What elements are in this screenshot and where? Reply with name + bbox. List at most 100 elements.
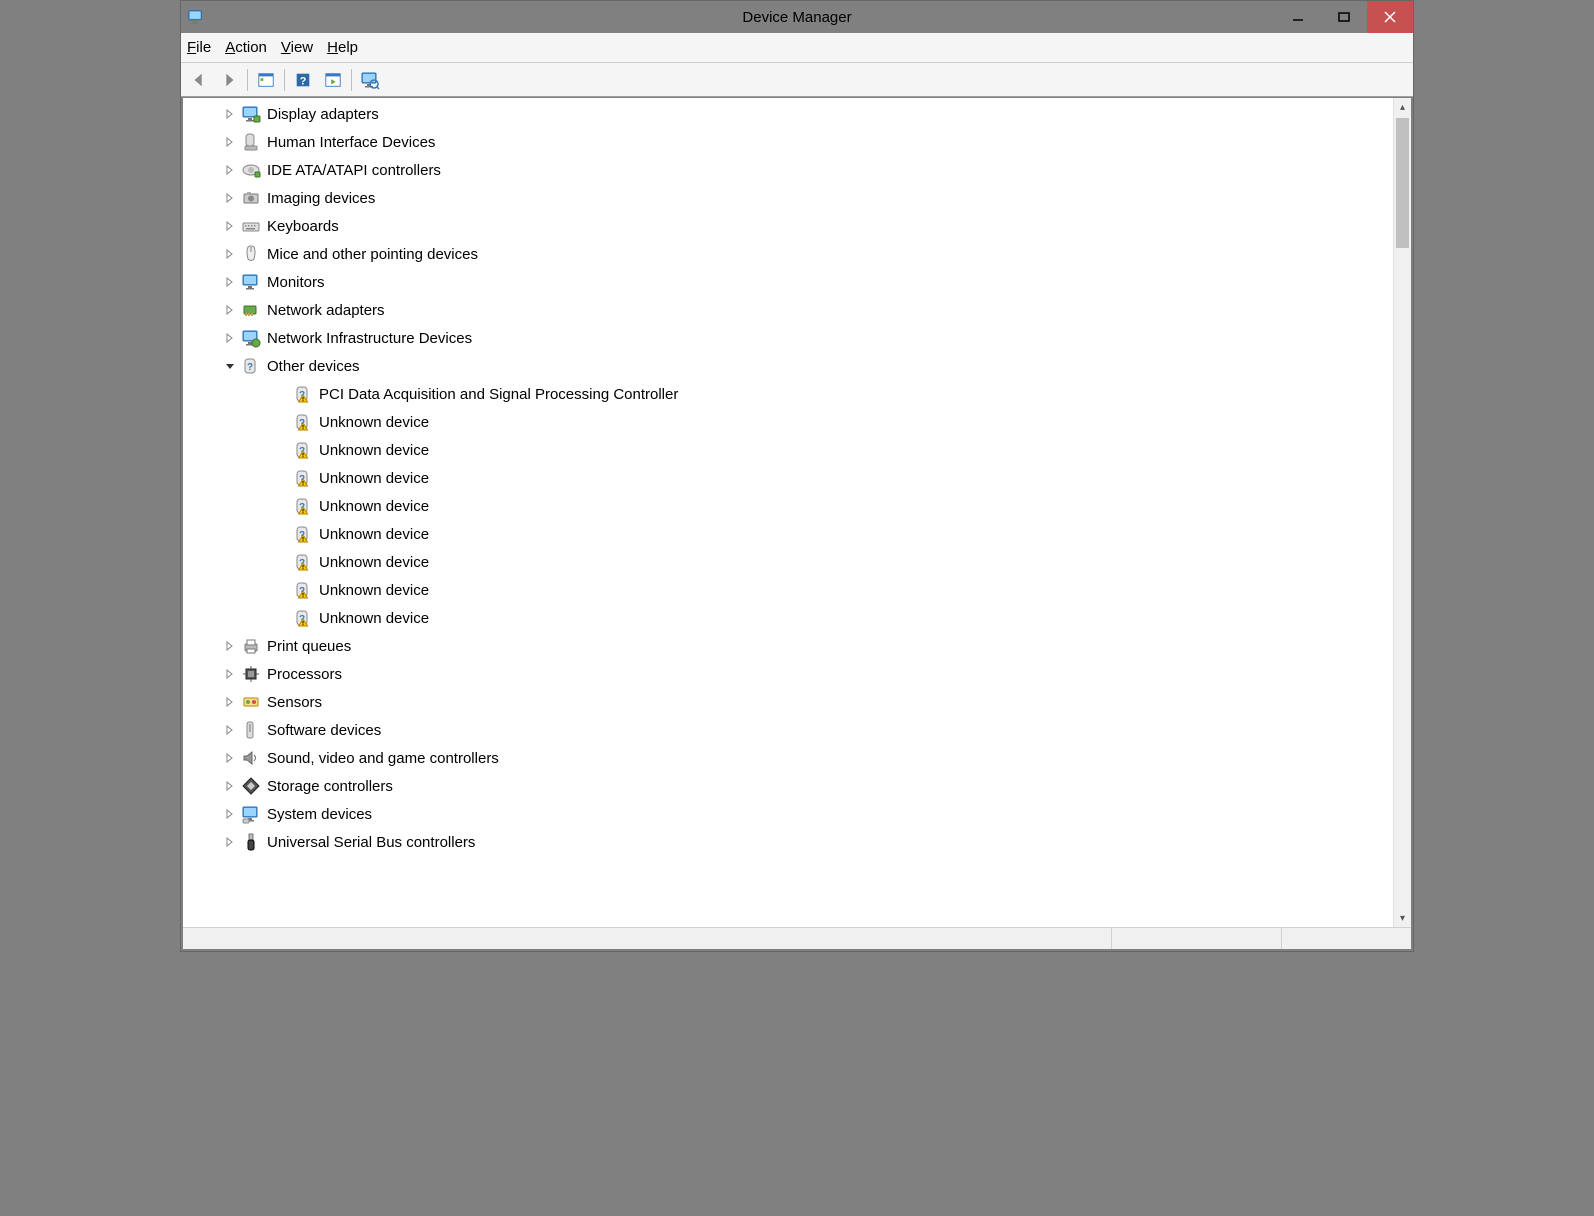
tree-category[interactable]: Network adapters xyxy=(183,296,1391,324)
toolbar xyxy=(181,63,1413,97)
expander-collapsed-icon[interactable] xyxy=(223,219,237,233)
tree-category-label: Sound, video and game controllers xyxy=(267,750,499,767)
window-controls xyxy=(1275,1,1413,33)
expander-none xyxy=(275,611,289,625)
scroll-thumb[interactable] xyxy=(1396,118,1409,248)
expander-none xyxy=(275,527,289,541)
tree-category-label: Display adapters xyxy=(267,106,379,123)
maximize-icon xyxy=(1338,11,1350,23)
tree-device[interactable]: Unknown device xyxy=(183,520,1391,548)
expander-collapsed-icon[interactable] xyxy=(223,275,237,289)
tree-category[interactable]: Mice and other pointing devices xyxy=(183,240,1391,268)
expander-expanded-icon[interactable] xyxy=(223,359,237,373)
toolbar-show-hide-tree-button[interactable] xyxy=(252,66,280,94)
tree-category-label: Print queues xyxy=(267,638,351,655)
tree-category[interactable]: Keyboards xyxy=(183,212,1391,240)
tree-device[interactable]: Unknown device xyxy=(183,436,1391,464)
toolbar-action-button[interactable] xyxy=(319,66,347,94)
tree-device[interactable]: PCI Data Acquisition and Signal Processi… xyxy=(183,380,1391,408)
display-icon xyxy=(241,104,261,124)
expander-collapsed-icon[interactable] xyxy=(223,191,237,205)
tree-category[interactable]: Other devices xyxy=(183,352,1391,380)
tree-category-label: Keyboards xyxy=(267,218,339,235)
expander-collapsed-icon[interactable] xyxy=(223,695,237,709)
expander-none xyxy=(275,499,289,513)
expander-collapsed-icon[interactable] xyxy=(223,835,237,849)
expander-collapsed-icon[interactable] xyxy=(223,639,237,653)
tree-category[interactable]: System devices xyxy=(183,800,1391,828)
tree-category[interactable]: Software devices xyxy=(183,716,1391,744)
toolbar-separator xyxy=(247,69,248,91)
minimize-icon xyxy=(1292,11,1304,23)
scroll-down-button[interactable]: ▾ xyxy=(1394,909,1411,927)
menu-file[interactable]: File xyxy=(187,39,211,56)
vertical-scrollbar[interactable]: ▴ ▾ xyxy=(1393,98,1411,927)
expander-collapsed-icon[interactable] xyxy=(223,163,237,177)
print-icon xyxy=(241,636,261,656)
device-tree[interactable]: Display adapters Human Interface Devices I… xyxy=(183,98,1391,927)
toolbar-forward-button[interactable] xyxy=(215,66,243,94)
tree-device-label: Unknown device xyxy=(319,442,429,459)
tree-category[interactable]: Print queues xyxy=(183,632,1391,660)
tree-device[interactable]: Unknown device xyxy=(183,548,1391,576)
toolbar-back-button[interactable] xyxy=(185,66,213,94)
expander-collapsed-icon[interactable] xyxy=(223,667,237,681)
close-button[interactable] xyxy=(1367,1,1413,33)
expander-collapsed-icon[interactable] xyxy=(223,135,237,149)
menu-action[interactable]: Action xyxy=(225,39,267,56)
titlebar[interactable]: Device Manager xyxy=(181,1,1413,33)
tree-category[interactable]: Storage controllers xyxy=(183,772,1391,800)
tree-category[interactable]: Sensors xyxy=(183,688,1391,716)
tree-device[interactable]: Unknown device xyxy=(183,604,1391,632)
tree-device-label: Unknown device xyxy=(319,414,429,431)
tree-device[interactable]: Unknown device xyxy=(183,408,1391,436)
expander-collapsed-icon[interactable] xyxy=(223,331,237,345)
tree-category[interactable]: Imaging devices xyxy=(183,184,1391,212)
expander-collapsed-icon[interactable] xyxy=(223,807,237,821)
tree-category-label: IDE ATA/ATAPI controllers xyxy=(267,162,441,179)
tree-category[interactable]: Human Interface Devices xyxy=(183,128,1391,156)
tree-device-label: Unknown device xyxy=(319,526,429,543)
expander-collapsed-icon[interactable] xyxy=(223,723,237,737)
toolbar-scan-hardware-button[interactable] xyxy=(356,66,384,94)
tree-category-label: Other devices xyxy=(267,358,360,375)
netadapter-icon xyxy=(241,300,261,320)
minimize-button[interactable] xyxy=(1275,1,1321,33)
tree-category[interactable]: Universal Serial Bus controllers xyxy=(183,828,1391,856)
unknown-icon xyxy=(293,412,313,432)
menu-view[interactable]: View xyxy=(281,39,313,56)
tree-device[interactable]: Unknown device xyxy=(183,576,1391,604)
keyboard-icon xyxy=(241,216,261,236)
hid-icon xyxy=(241,132,261,152)
expander-none xyxy=(275,555,289,569)
tree-device-label: Unknown device xyxy=(319,470,429,487)
tree-category-label: Network adapters xyxy=(267,302,385,319)
tree-container: Display adapters Human Interface Devices I… xyxy=(181,97,1413,951)
statusbar xyxy=(183,927,1411,949)
tree-device-label: Unknown device xyxy=(319,582,429,599)
menu-help[interactable]: Help xyxy=(327,39,358,56)
tree-device[interactable]: Unknown device xyxy=(183,464,1391,492)
close-icon xyxy=(1384,11,1396,23)
statusbar-cell xyxy=(1111,928,1281,949)
maximize-button[interactable] xyxy=(1321,1,1367,33)
tree-category[interactable]: Processors xyxy=(183,660,1391,688)
netinfra-icon xyxy=(241,328,261,348)
expander-collapsed-icon[interactable] xyxy=(223,303,237,317)
expander-collapsed-icon[interactable] xyxy=(223,107,237,121)
toolbar-separator xyxy=(351,69,352,91)
tree-category[interactable]: Monitors xyxy=(183,268,1391,296)
tree-category[interactable]: Display adapters xyxy=(183,100,1391,128)
toolbar-help-button[interactable] xyxy=(289,66,317,94)
scroll-up-button[interactable]: ▴ xyxy=(1394,98,1411,116)
expander-collapsed-icon[interactable] xyxy=(223,779,237,793)
tree-category[interactable]: IDE ATA/ATAPI controllers xyxy=(183,156,1391,184)
expander-collapsed-icon[interactable] xyxy=(223,751,237,765)
ide-icon xyxy=(241,160,261,180)
tree-device[interactable]: Unknown device xyxy=(183,492,1391,520)
tree-category[interactable]: Sound, video and game controllers xyxy=(183,744,1391,772)
tree-category-label: Imaging devices xyxy=(267,190,375,207)
expander-collapsed-icon[interactable] xyxy=(223,247,237,261)
tree-category[interactable]: Network Infrastructure Devices xyxy=(183,324,1391,352)
usb-icon xyxy=(241,832,261,852)
